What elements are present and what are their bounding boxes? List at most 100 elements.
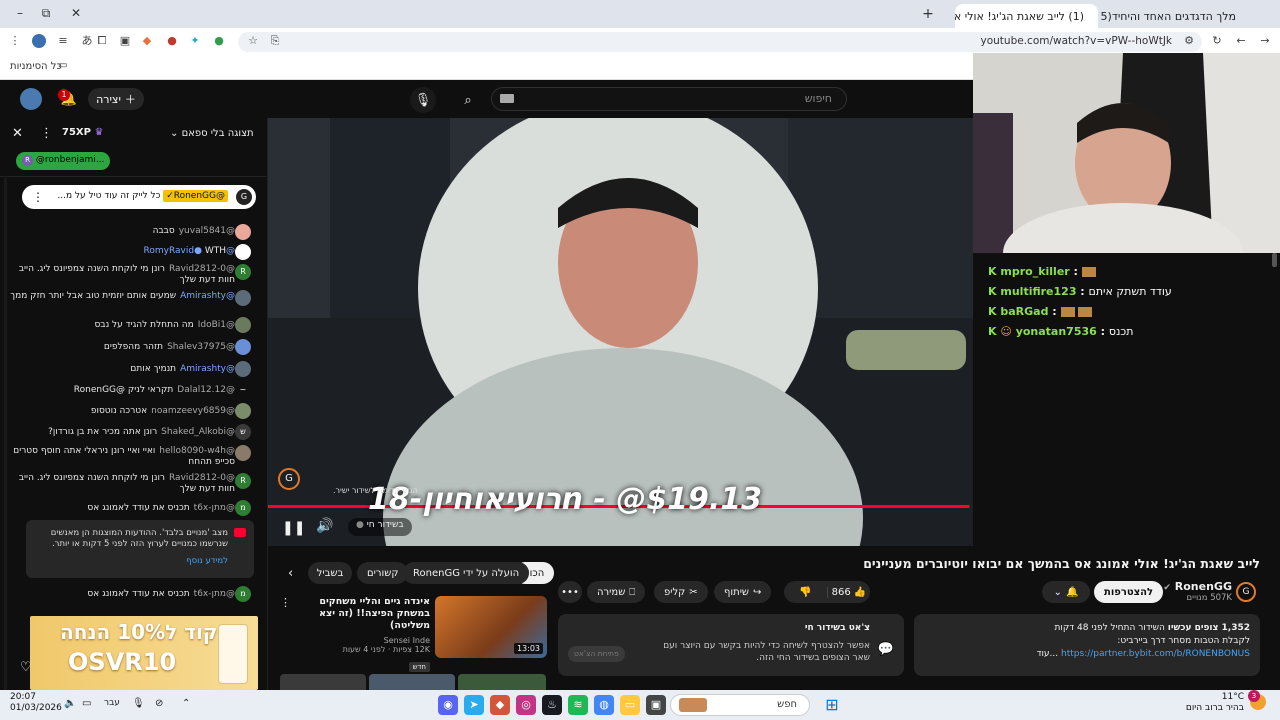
chat-mode-dropdown[interactable]: תצוגה בלי ספאם ⌄ bbox=[170, 128, 254, 139]
forward-icon[interactable]: ← bbox=[1234, 34, 1248, 48]
filter-chip-related[interactable]: קשורים bbox=[357, 562, 409, 584]
network-tray-icon[interactable]: ▭ bbox=[82, 698, 91, 709]
thumbs-up-icon: 👍 bbox=[853, 586, 867, 598]
list-item: @RomyRavid● WTH bbox=[143, 246, 235, 256]
new-tab-button[interactable]: + bbox=[920, 6, 936, 22]
telegram-icon[interactable]: ➤ bbox=[464, 695, 484, 715]
close-chat-icon[interactable]: ✕ bbox=[12, 126, 23, 141]
puzzle-icon[interactable]: ⧠ bbox=[95, 34, 109, 48]
create-button[interactable]: ＋ יצירה bbox=[88, 88, 144, 110]
video-player[interactable]: רועיאוחיון-18n - @$19.13 הגיע קדימה לשיד… bbox=[268, 118, 973, 546]
pinned-message[interactable]: @RonenGG✓ כל לייק זה עוד טיל על מ... G ⋮ bbox=[22, 185, 256, 209]
rec-menu-icon[interactable]: ⋮ bbox=[280, 596, 291, 609]
address-bar[interactable]: youtube.com/watch?v=vPW--hoWtJk bbox=[238, 32, 1202, 52]
heart-icon[interactable]: ♡ bbox=[20, 660, 32, 675]
cast-icon[interactable]: ⎘ bbox=[268, 34, 282, 48]
overlay-chat-item: K baRGad : bbox=[988, 305, 1093, 318]
back-icon[interactable]: → bbox=[1258, 34, 1272, 48]
chevron-down-icon: ⌄ bbox=[170, 128, 179, 139]
recommended-info[interactable]: אינדה גיים והליי משחקים במשחק הפיצה!! (ז… bbox=[296, 596, 430, 673]
share-button[interactable]: ↪ שיתוף bbox=[714, 581, 772, 603]
overlay-chat-item: K ☺ yonatan7536 : תכנס bbox=[988, 325, 1134, 338]
learn-more-link[interactable]: למידע נוסף bbox=[34, 556, 228, 567]
chevron-left-icon[interactable]: ‹ bbox=[288, 566, 293, 581]
spotify-icon[interactable]: ≋ bbox=[568, 695, 588, 715]
chevron-up-icon[interactable]: ⌃ bbox=[182, 698, 190, 709]
all-bookmarks-label[interactable]: כל הסימניות bbox=[10, 61, 62, 72]
open-chat-button[interactable]: פתיחת הצ'אט bbox=[568, 646, 625, 662]
tab-active[interactable]: (1) לייב שאגת הג'יג! אולי א bbox=[955, 4, 1098, 28]
window-minimize-button[interactable]: – bbox=[12, 6, 28, 20]
subscribers-only-notice: מצב 'מנויים בלבד'. ההודעות המוצגות הן מא… bbox=[26, 520, 254, 578]
pause-icon[interactable]: ❚❚ bbox=[282, 520, 305, 536]
instagram-icon[interactable]: ◎ bbox=[516, 695, 536, 715]
extension-blue-icon[interactable]: ✦ bbox=[188, 34, 202, 48]
notification-settings-button[interactable]: 🔔 ⌄ bbox=[1042, 581, 1090, 603]
search-icon[interactable]: ⌕ bbox=[455, 87, 481, 113]
windows-start-icon[interactable]: ⊞ bbox=[822, 695, 842, 715]
extension-orange-icon[interactable]: ◆ bbox=[140, 34, 154, 48]
site-settings-icon[interactable]: ⚙ bbox=[1182, 34, 1196, 48]
microphone-icon[interactable]: 🎙 bbox=[410, 87, 436, 113]
filter-chip-uploader[interactable]: הועלה על ידי RonenGG bbox=[403, 562, 530, 584]
description-box[interactable]: 1,352 צופים עכשיו השידור התחיל לפני 48 ד… bbox=[914, 614, 1260, 676]
extension-green-icon[interactable]: ● bbox=[212, 34, 226, 48]
partner-link[interactable]: https://partner.bybit.com/b/RONENBONUS bbox=[1061, 649, 1250, 659]
chat-menu-icon[interactable]: ⋮ bbox=[40, 126, 53, 141]
recommended-thumbnail[interactable]: 13:03 bbox=[435, 596, 547, 658]
clip-label: קליפ bbox=[664, 586, 686, 598]
more-actions-button[interactable]: ••• bbox=[558, 581, 582, 603]
clip-button[interactable]: ✂ קליפ bbox=[654, 581, 708, 603]
subscribe-label: להצטרפות bbox=[1104, 586, 1154, 598]
keyboard-icon[interactable] bbox=[500, 94, 514, 103]
translate-icon[interactable]: あ bbox=[80, 34, 94, 48]
pinned-menu-icon[interactable]: ⋮ bbox=[32, 190, 44, 204]
menu-dots-icon[interactable]: ⋮ bbox=[8, 34, 22, 48]
microphone-tray-icon[interactable]: 🎙 bbox=[132, 698, 145, 709]
mention-chip-label: @ronbenjami... bbox=[35, 155, 105, 165]
overlay-scrollbar[interactable] bbox=[1272, 253, 1277, 267]
chevron-down-icon: ⌄ bbox=[1053, 586, 1062, 598]
show-more-link[interactable]: ...עוד bbox=[1037, 649, 1059, 659]
filter-chip-for-you[interactable]: בשביל bbox=[308, 562, 352, 584]
clock[interactable]: 20:07 01/03/2026 bbox=[10, 692, 62, 714]
extension-red-icon[interactable]: ● bbox=[165, 34, 179, 48]
dislike-button[interactable]: 👎 bbox=[784, 587, 827, 598]
notification-tray-icon[interactable]: ⊘ bbox=[155, 698, 163, 709]
volume-tray-icon[interactable]: 🔈 bbox=[64, 698, 76, 709]
save-button[interactable]: ⎕ שמירה bbox=[587, 581, 646, 603]
live-indicator[interactable]: בשידור חי ● bbox=[348, 518, 412, 536]
app-icon[interactable]: ◆ bbox=[490, 695, 510, 715]
taskbar-search-input[interactable]: חפש bbox=[670, 694, 810, 716]
recommended-thumbnail[interactable] bbox=[369, 674, 455, 690]
like-button[interactable]: 👍 866 bbox=[827, 586, 870, 598]
recommended-thumbnail[interactable] bbox=[280, 674, 366, 690]
avatar: מ bbox=[235, 586, 251, 602]
chrome-icon[interactable]: ◍ bbox=[594, 695, 614, 715]
steam-icon[interactable]: ♨ bbox=[542, 695, 562, 715]
star-icon[interactable]: ☆ bbox=[246, 34, 260, 48]
sponsor-banner[interactable]: קוד ל10% הנחה OSVR10 bbox=[30, 616, 258, 690]
recommended-thumbnail[interactable] bbox=[458, 674, 546, 690]
discord-icon[interactable]: ◉ bbox=[438, 695, 458, 715]
subscribe-button[interactable]: להצטרפות bbox=[1094, 581, 1164, 603]
window-close-button[interactable]: ✕ bbox=[68, 6, 84, 20]
weather-widget[interactable]: 11°C בהיר ברוב היום bbox=[1180, 692, 1244, 714]
task-view-icon[interactable]: ▣ bbox=[646, 695, 666, 715]
account-avatar[interactable] bbox=[20, 88, 42, 110]
screenshot-icon[interactable]: ▣ bbox=[118, 34, 132, 48]
extension-icon[interactable]: ≡ bbox=[56, 34, 70, 48]
search-label: חפש bbox=[777, 699, 797, 710]
search-input[interactable]: חיפוש bbox=[491, 87, 847, 111]
file-explorer-icon[interactable]: ▭ bbox=[620, 695, 640, 715]
reload-icon[interactable]: ↻ bbox=[1210, 34, 1224, 48]
channel-avatar[interactable]: G bbox=[1236, 582, 1256, 602]
video-duration: 13:03 bbox=[513, 643, 543, 654]
tab-other[interactable]: מלך הדגדגים האחד והיחיד(15) ✕ bbox=[1100, 4, 1250, 28]
mention-chip[interactable]: R @ronbenjami... bbox=[16, 152, 110, 170]
window-maximize-button[interactable]: ⧉ bbox=[38, 6, 54, 21]
volume-icon[interactable]: 🔊 bbox=[316, 518, 333, 534]
filter-label: קשורים bbox=[367, 567, 399, 579]
language-indicator[interactable]: עבר bbox=[104, 698, 120, 708]
profile-avatar[interactable] bbox=[32, 34, 46, 48]
